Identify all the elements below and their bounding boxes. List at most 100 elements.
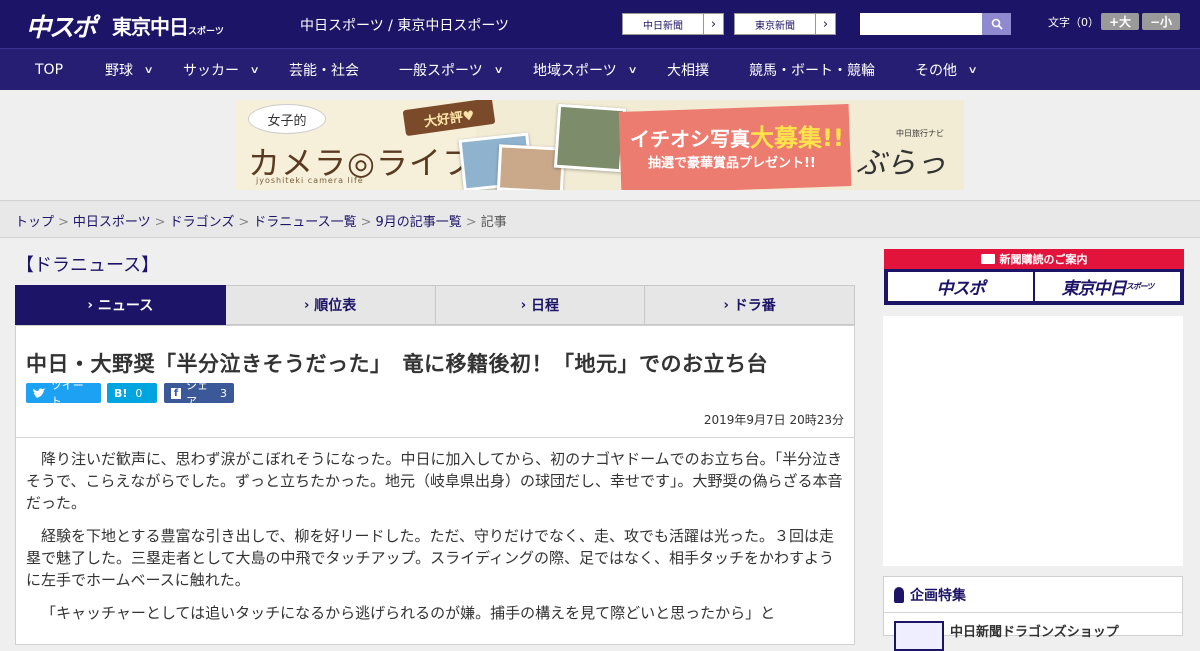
main-nav: TOP 野球 ∨ サッカー ∨ 芸能・社会 一般スポーツ ∨ 地域スポーツ ∨ 大相撲 … — [0, 48, 1200, 90]
banner-headline-big: 大募集!! — [750, 124, 844, 152]
sidebar-ad-slot[interactable] — [883, 316, 1183, 566]
chuspo-logo[interactable]: 中スポ — [26, 8, 97, 44]
banner-headline-a: イチオシ写真 — [630, 127, 750, 151]
banner-subtitle: jyoshiteki camera life — [256, 176, 364, 185]
font-smaller-button[interactable]: −小 — [1142, 13, 1180, 30]
chevron-down-icon: ∨ — [143, 64, 154, 76]
nav-item-label: 一般スポーツ — [399, 63, 483, 79]
nav-item-sumo[interactable]: 大相撲 — [667, 49, 709, 91]
breadcrumb-separator: > — [58, 215, 69, 230]
banner-sub: 抽選で豪華賞品プレゼント!! — [648, 156, 816, 171]
tokyo-shimbun-label: 東京新聞 — [755, 20, 795, 32]
twitter-icon — [33, 387, 46, 398]
nav-item-label: TOP — [35, 62, 64, 78]
facebook-share-label: シェア — [186, 379, 208, 408]
hatena-count: 0 — [135, 386, 143, 400]
breadcrumb-separator: > — [238, 215, 250, 230]
tab-news[interactable]: › ニュース — [15, 285, 226, 332]
nav-item-other[interactable]: その他 ∨ — [915, 49, 978, 91]
chevron-right-icon: › — [303, 297, 310, 313]
article-divider — [16, 437, 854, 438]
article: 中日・大野奨「半分泣きそうだった」 竜に移籍後初！「地元」でのお立ち台 ツイート… — [15, 325, 855, 645]
nav-item-regional-sports[interactable]: 地域スポーツ ∨ — [533, 49, 638, 91]
article-date: 2019年9月7日 20時23分 — [703, 413, 844, 427]
hatena-bookmark-button[interactable]: B! 0 — [107, 383, 157, 403]
breadcrumb-link[interactable]: トップ — [15, 215, 54, 230]
nav-item-label: その他 — [915, 63, 957, 79]
tokyo-chunichi-logo-text: 東京中日 — [112, 15, 189, 39]
tweet-label: ツイート — [50, 379, 84, 408]
search-input[interactable] — [860, 13, 982, 35]
feature-divider — [884, 612, 1182, 613]
chevron-down-icon: ∨ — [493, 64, 504, 76]
subscribe-tokyo-chunichi-label: 東京中日 — [1061, 279, 1127, 299]
breadcrumb: トップ > 中日スポーツ > ドラゴンズ > ドラニュース一覧 >9月の記事一覧 > 記事 — [15, 211, 507, 230]
tab-label: ニュース — [97, 298, 154, 314]
chevron-right-icon: › — [87, 297, 93, 313]
nav-item-label: サッカー — [183, 63, 239, 79]
breadcrumb-link[interactable]: 中日スポーツ — [73, 215, 151, 230]
nav-item-entertainment[interactable]: 芸能・社会 — [289, 49, 359, 91]
breadcrumb-separator: > — [154, 215, 166, 230]
chunichi-shimbun-link[interactable]: 中日新聞 › — [622, 13, 724, 35]
nav-item-top[interactable]: TOP — [35, 49, 63, 91]
nav-item-label: 地域スポーツ — [533, 63, 617, 79]
facebook-share-button[interactable]: f シェア 3 — [164, 379, 234, 408]
feature-title: 企画特集 — [894, 585, 966, 605]
subscribe-chuspo-button[interactable]: 中スポ — [888, 272, 1033, 301]
tweet-button[interactable]: ツイート — [26, 379, 101, 408]
nav-item-soccer[interactable]: サッカー ∨ — [183, 49, 260, 91]
banner-headline: イチオシ写真大募集!! — [630, 118, 844, 153]
article-body: 降り注いだ歓声に、思わず涙がこぼれそうになった。中日に加入してから、初のナゴヤド… — [26, 448, 846, 635]
search-button[interactable] — [982, 13, 1011, 35]
font-bigger-button[interactable]: +大 — [1101, 13, 1139, 30]
nav-item-label: 大相撲 — [667, 63, 709, 79]
article-paragraph: 降り注いだ歓声に、思わず涙がこぼれそうになった。中日に加入してから、初のナゴヤド… — [26, 450, 843, 512]
nav-item-general-sports[interactable]: 一般スポーツ ∨ — [399, 49, 504, 91]
tab-label: 順位表 — [314, 298, 357, 314]
tab-label: ドラ番 — [733, 298, 776, 314]
facebook-icon: f — [171, 387, 181, 399]
article-paragraph: 「キャッチャーとしては追いタッチになるから逃げられるのが嫌。捕手の構えを見て際ど… — [41, 604, 776, 622]
feature-item-link[interactable]: 中日新聞ドラゴンズショップ — [950, 621, 1119, 640]
section-title: 【ドラニュース】 — [16, 255, 160, 276]
camera-life-banner[interactable]: 女子的 カメラ◎ライフ jyoshiteki camera life 大好評♥ … — [236, 100, 964, 190]
article-headline: 中日・大野奨「半分泣きそうだった」 竜に移籍後初！「地元」でのお立ち台 — [26, 352, 768, 376]
nav-item-label: 芸能・社会 — [289, 63, 359, 79]
subscribe-tokyo-chunichi-button[interactable]: 東京中日 スポーツ — [1035, 272, 1180, 301]
breadcrumb-link[interactable]: ドラニュース一覧 — [253, 215, 356, 230]
chevron-down-icon: ∨ — [249, 64, 260, 76]
pin-icon — [894, 587, 904, 603]
subscription-heading: 新聞購読のご案内 — [884, 249, 1184, 269]
nav-item-baseball[interactable]: 野球 ∨ — [105, 49, 154, 91]
font-size-label: 文字（0） — [1048, 16, 1099, 29]
nav-item-racing[interactable]: 競馬・ボート・競輪 — [749, 49, 875, 91]
breadcrumb-separator: > — [360, 215, 372, 230]
breadcrumb-bar: トップ > 中日スポーツ > ドラゴンズ > ドラニュース一覧 >9月の記事一覧 > 記事 — [0, 200, 1200, 238]
feature-title-text: 企画特集 — [910, 588, 966, 604]
tab-standings[interactable]: › 順位表 — [225, 285, 436, 325]
banner-brand: ぶらっ人 — [856, 146, 946, 181]
chevron-down-icon: ∨ — [967, 64, 978, 76]
chevron-right-icon: › — [520, 297, 527, 313]
feature-section: 企画特集 中日新聞ドラゴンズショップ — [883, 576, 1183, 651]
dragons-tabs: › ニュース › 順位表 › 日程 › ドラ番 — [15, 285, 855, 332]
chevron-right-icon: › — [723, 297, 729, 313]
feature-thumbnail[interactable] — [894, 621, 944, 651]
site-title[interactable]: 中日スポーツ / 東京中日スポーツ — [300, 15, 509, 35]
tokyo-chunichi-logo[interactable]: 東京中日スポーツ — [112, 11, 224, 40]
chevron-down-icon: ∨ — [627, 64, 638, 76]
breadcrumb-link[interactable]: ドラゴンズ — [170, 215, 235, 230]
nav-item-label: 野球 — [105, 63, 133, 79]
article-paragraph: 経験を下地とする豊富な引き出しで、柳を好リードした。ただ、守りだけでなく、走、攻… — [26, 527, 835, 589]
subscription-heading-text: 新聞購読のご案内 — [999, 253, 1088, 266]
breadcrumb-current: 記事 — [480, 215, 507, 230]
tab-label: 日程 — [531, 298, 560, 314]
subscription-box: 新聞購読のご案内 中スポ 東京中日 スポーツ — [884, 249, 1184, 305]
search-icon — [991, 18, 1003, 30]
nav-item-label: 競馬・ボート・競輪 — [749, 63, 875, 79]
breadcrumb-link[interactable]: 9月の記事一覧 — [376, 215, 462, 230]
tab-schedule[interactable]: › 日程 — [435, 285, 646, 325]
tokyo-shimbun-link[interactable]: 東京新聞 › — [734, 13, 836, 35]
tab-doraban[interactable]: › ドラ番 — [645, 285, 855, 325]
